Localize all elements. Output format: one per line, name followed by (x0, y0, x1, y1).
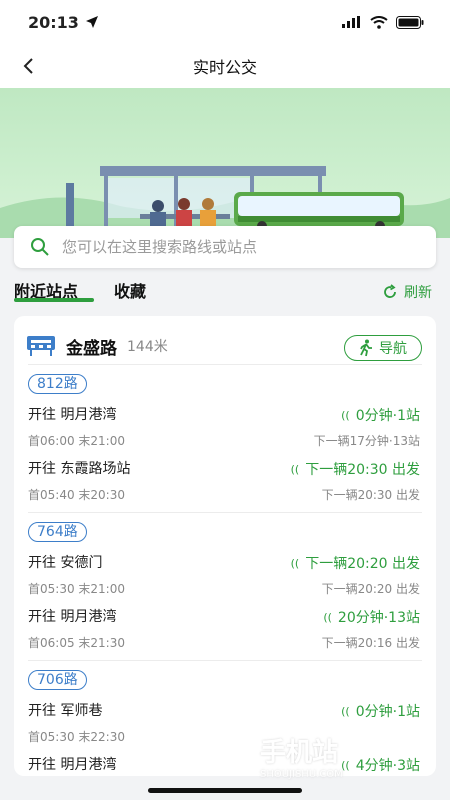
next-bus-text: 下一辆17分钟·13站 (313, 434, 420, 448)
location-arrow-icon (85, 16, 98, 28)
divider (28, 364, 422, 365)
arrival-text: 0分钟·1站 (355, 408, 420, 424)
station-header: 金盛路 144米 导航 (26, 326, 424, 366)
service-hours: 首06:05 末21:30 (28, 636, 125, 650)
arrival-info: (( 0分钟·1站 (341, 405, 420, 425)
realtime-signal-icon: (( (290, 462, 300, 476)
home-indicator (148, 788, 302, 793)
next-bus-text: 下一辆20:30 出发 (321, 488, 420, 502)
service-hours: 首05:30 末21:00 (28, 582, 125, 596)
realtime-signal-icon: (( (290, 556, 300, 570)
watermark-text: 手机站 (260, 738, 339, 768)
search-input[interactable] (62, 238, 436, 256)
refresh-label: 刷新 (404, 285, 432, 301)
arrival-text: 下一辆20:30 出发 (305, 462, 420, 478)
arrival-text: 下一辆20:20 出发 (305, 556, 420, 572)
battery-icon (396, 15, 424, 29)
direction-label[interactable]: 开往 明月港湾 (28, 606, 116, 626)
station-distance: 144米 (127, 339, 168, 355)
direction-label[interactable]: 开往 东霞路场站 (28, 458, 130, 478)
direction-label[interactable]: 开往 安德门 (28, 552, 102, 572)
service-hours: 首05:40 末20:30 (28, 488, 125, 502)
status-icons (342, 15, 424, 29)
arrival-text: 20分钟·13站 (337, 610, 420, 626)
arrival-info: (( 下一辆20:20 出发 (291, 553, 420, 573)
arrival-info: (( 20分钟·13站 (323, 607, 420, 627)
station-card: 金盛路 144米 导航 812路 开往 明月港湾 (( 0分钟·1站 首06:0… (14, 316, 436, 776)
station-name: 金盛路 (66, 338, 117, 359)
divider (28, 660, 422, 661)
hero-banner (0, 88, 450, 238)
realtime-signal-icon: (( (341, 408, 350, 422)
realtime-signal-icon: (( (323, 610, 332, 624)
next-bus-text: 下一辆20:16 出发 (321, 636, 420, 650)
watermark-sub: SHOUJISHU.COM (260, 769, 343, 780)
route-badge-706[interactable]: 706路 (28, 670, 87, 690)
status-time: 20:13 (28, 13, 99, 32)
arrival-info: (( 0分钟·1站 (341, 701, 420, 721)
chevron-left-icon (23, 58, 33, 74)
tab-favorites[interactable]: 收藏 (114, 278, 146, 302)
direction-label[interactable]: 开往 明月港湾 (28, 754, 116, 774)
divider (28, 512, 422, 513)
wifi-icon (370, 15, 388, 29)
bus-stop-sign-icon (27, 336, 55, 356)
watermark: 手机站 SHOUJISHU.COM (260, 728, 440, 784)
search-icon (31, 238, 49, 256)
direction-label[interactable]: 开往 明月港湾 (28, 404, 116, 424)
route-badge-764[interactable]: 764路 (28, 522, 87, 542)
status-bar: 20:13 (0, 0, 450, 44)
realtime-signal-icon: (( (341, 704, 350, 718)
refresh-icon (384, 284, 396, 298)
service-hours: 首06:00 末21:00 (28, 434, 125, 448)
navigate-button[interactable]: 导航 (344, 335, 422, 361)
service-hours: 首05:30 末22:30 (28, 730, 125, 744)
arrival-text: 0分钟·1站 (355, 704, 420, 720)
back-button[interactable] (14, 52, 42, 80)
route-badge-812[interactable]: 812路 (28, 374, 87, 394)
nav-bar: 实时公交 (0, 44, 450, 88)
direction-label[interactable]: 开往 军师巷 (28, 700, 102, 720)
walking-icon (360, 339, 372, 357)
page-title: 实时公交 (192, 58, 257, 77)
clock: 20:13 (28, 12, 79, 32)
next-bus-text: 下一辆20:20 出发 (321, 582, 420, 596)
bus-stop-illustration (0, 166, 450, 238)
search-bar[interactable] (14, 226, 436, 268)
active-tab-indicator (14, 298, 94, 302)
cellular-signal-icon (342, 16, 360, 28)
station-tabs: 附近站点 收藏 刷新 (14, 278, 436, 308)
arrival-info: (( 下一辆20:30 出发 (291, 459, 420, 479)
navigate-label: 导航 (379, 341, 407, 357)
refresh-button[interactable]: 刷新 (382, 282, 432, 302)
